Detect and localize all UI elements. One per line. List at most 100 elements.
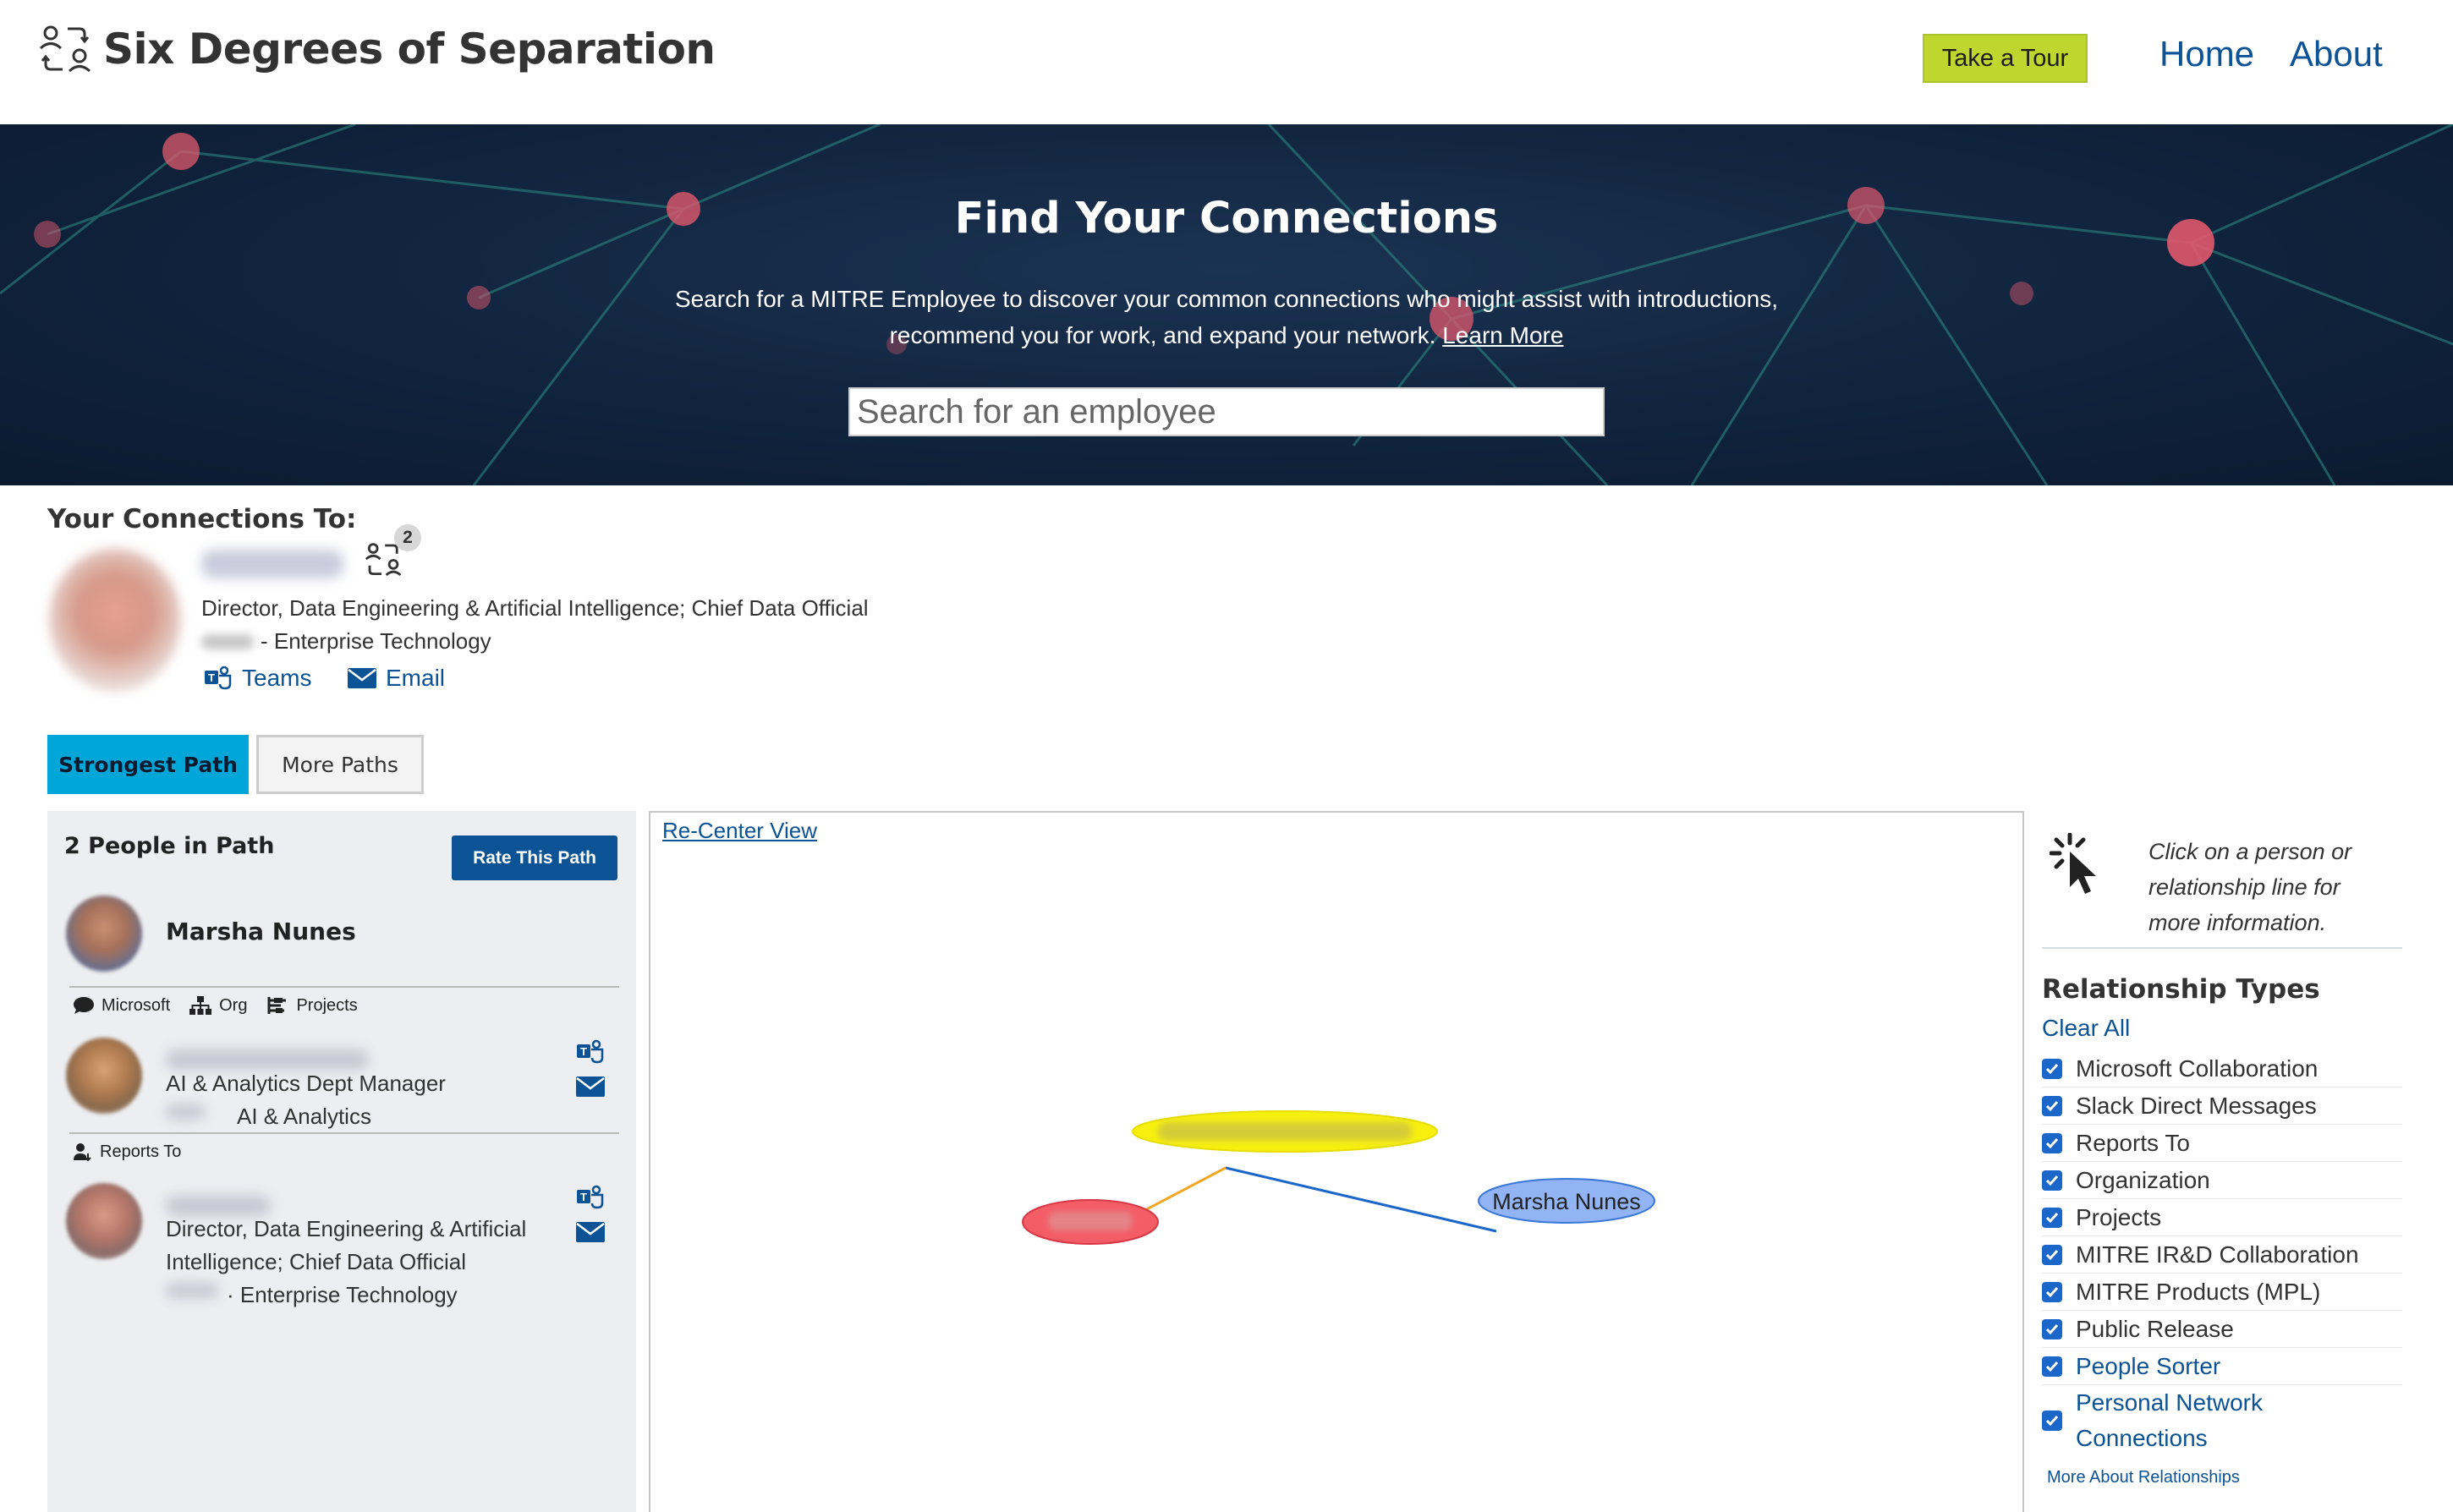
relation-label: Reports To <box>100 1142 182 1161</box>
network-graph-panel[interactable]: Re-Center View Marsha Nunes <box>649 811 2024 1512</box>
app-title: Six Degrees of Separation <box>103 25 716 74</box>
relationship-list: Microsoft Org Projects <box>73 995 376 1016</box>
target-person-name-redacted <box>201 550 343 578</box>
filter-label: Connections <box>2076 1425 2208 1451</box>
check-icon <box>2045 1249 2059 1260</box>
hero-subtitle-line2: recommend you for work, and expand your … <box>889 322 1436 348</box>
target-person-title: Director, Data Engineering & Artificial … <box>201 595 869 621</box>
teams-link[interactable]: T Teams <box>203 665 311 692</box>
start-person-name[interactable]: Marsha Nunes <box>166 918 356 945</box>
employee-search-input[interactable] <box>848 387 1605 436</box>
checkbox[interactable] <box>2042 1132 2062 1153</box>
clear-all-link[interactable]: Clear All <box>2042 1015 2130 1042</box>
middle-person-title: AI & Analytics Dept Manager <box>166 1071 446 1096</box>
relation-projects: Projects <box>266 995 358 1016</box>
target-person-org: · Enterprise Technology <box>227 1282 458 1307</box>
relation-microsoft: Microsoft <box>73 995 170 1016</box>
rate-this-path-button[interactable]: Rate This Path <box>452 835 617 880</box>
graph-node-marsha-label: Marsha Nunes <box>1492 1189 1641 1214</box>
filter-reports-to[interactable]: Reports To <box>2042 1125 2402 1162</box>
click-cursor-icon <box>2050 833 2096 894</box>
six-degrees-logo-icon <box>39 25 91 73</box>
filter-label[interactable]: People Sorter <box>2076 1353 2220 1380</box>
filter-organization[interactable]: Organization <box>2042 1162 2402 1199</box>
checkbox[interactable] <box>2042 1356 2062 1377</box>
checkbox[interactable] <box>2042 1095 2062 1116</box>
svg-text:T: T <box>580 1191 587 1203</box>
tab-more-paths[interactable]: More Paths <box>256 735 424 794</box>
relation-label: Microsoft <box>102 995 171 1015</box>
learn-more-link[interactable]: Learn More <box>1442 322 1563 348</box>
checkbox[interactable] <box>2042 1207 2062 1228</box>
app-logo[interactable]: Six Degrees of Separation <box>37 20 716 78</box>
target-person-title-line2: Intelligence; Chief Data Official <box>166 1249 467 1274</box>
org-code-redacted <box>166 1283 218 1298</box>
filter-mitre-ird-collaboration[interactable]: MITRE IR&D Collaboration <box>2042 1236 2402 1274</box>
filter-label-multiline[interactable]: Personal Network Connections <box>2076 1385 2263 1456</box>
teams-label: Teams <box>242 665 312 691</box>
filter-microsoft-collaboration[interactable]: Microsoft Collaboration <box>2042 1050 2402 1087</box>
graph-node-middle-label-redacted <box>1158 1122 1412 1141</box>
avatar <box>66 1183 142 1259</box>
path-people-count: 2 People in Path <box>64 833 275 859</box>
checkbox[interactable] <box>2042 1411 2062 1431</box>
filter-label: MITRE Products (MPL) <box>2076 1278 2321 1305</box>
filter-label: Reports To <box>2076 1129 2190 1156</box>
filter-label: MITRE IR&D Collaboration <box>2076 1241 2359 1268</box>
relation-label: Projects <box>296 995 358 1015</box>
middle-person-org: AI & Analytics <box>237 1104 371 1129</box>
filter-label: Public Release <box>2076 1315 2234 1342</box>
envelope-icon[interactable] <box>575 1220 606 1244</box>
relation-reports-to: Reports To <box>73 1142 181 1162</box>
filter-slack-direct-messages[interactable]: Slack Direct Messages <box>2042 1087 2402 1125</box>
checkbox[interactable] <box>2042 1244 2062 1265</box>
hero-subtitle-line1: Search for a MITRE Employee to discover … <box>674 286 1779 312</box>
relation-label: Org <box>219 995 248 1015</box>
hint-line: more information. <box>2148 910 2327 935</box>
relationship-list: Reports To <box>73 1142 200 1162</box>
path-count-badge: 2 <box>394 524 421 551</box>
nav-about-link[interactable]: About <box>2290 34 2383 74</box>
filter-public-release[interactable]: Public Release <box>2042 1311 2402 1348</box>
teams-icon: T <box>205 666 232 690</box>
graph-node-target-label-redacted <box>1048 1212 1133 1230</box>
filter-label: Microsoft Collaboration <box>2076 1055 2319 1082</box>
filter-projects[interactable]: Projects <box>2042 1199 2402 1236</box>
svg-text:T: T <box>580 1045 587 1058</box>
filter-personal-network-connections[interactable]: Personal Network Connections <box>2042 1385 2402 1456</box>
check-icon <box>2045 1100 2059 1111</box>
target-person-avatar <box>49 548 181 692</box>
edge-middle-marsha[interactable] <box>1225 1166 1497 1233</box>
divider <box>69 986 619 988</box>
filter-mitre-products[interactable]: MITRE Products (MPL) <box>2042 1274 2402 1311</box>
check-icon <box>2045 1137 2059 1148</box>
path-details-panel: 2 People in Path Rate This Path Marsha N… <box>47 811 636 1512</box>
target-person-org-text: - Enterprise Technology <box>261 628 491 654</box>
filter-label: Personal Network <box>2076 1389 2263 1416</box>
hero-subtitle: Search for a MITRE Employee to discover … <box>0 281 2453 353</box>
envelope-icon[interactable] <box>575 1075 606 1098</box>
project-tasks-icon <box>267 997 287 1014</box>
checkbox[interactable] <box>2042 1281 2062 1302</box>
check-icon <box>2045 1286 2059 1297</box>
nav-home-link[interactable]: Home <box>2159 34 2254 74</box>
check-icon <box>2045 1323 2059 1334</box>
checkbox[interactable] <box>2042 1058 2062 1079</box>
svg-text:T: T <box>208 671 215 684</box>
divider <box>69 1132 619 1134</box>
tab-strongest-path[interactable]: Strongest Path <box>47 735 249 794</box>
email-link[interactable]: Email <box>347 665 445 692</box>
more-about-relationships-link[interactable]: More About Relationships <box>2047 1468 2240 1487</box>
relationship-types-heading: Relationship Types <box>2042 974 2320 1005</box>
org-code-redacted <box>166 1104 205 1120</box>
filter-people-sorter[interactable]: People Sorter <box>2042 1348 2402 1385</box>
teams-icon[interactable]: T <box>575 1185 606 1210</box>
checkbox[interactable] <box>2042 1170 2062 1191</box>
checkbox[interactable] <box>2042 1318 2062 1339</box>
email-label: Email <box>386 665 446 691</box>
teams-icon[interactable]: T <box>575 1039 606 1065</box>
graph-hint-text: Click on a person or relationship line f… <box>2148 834 2419 940</box>
filter-label: Organization <box>2076 1166 2210 1193</box>
take-a-tour-button[interactable]: Take a Tour <box>1923 34 2088 83</box>
network-graph-canvas[interactable]: Marsha Nunes <box>650 813 2022 1512</box>
